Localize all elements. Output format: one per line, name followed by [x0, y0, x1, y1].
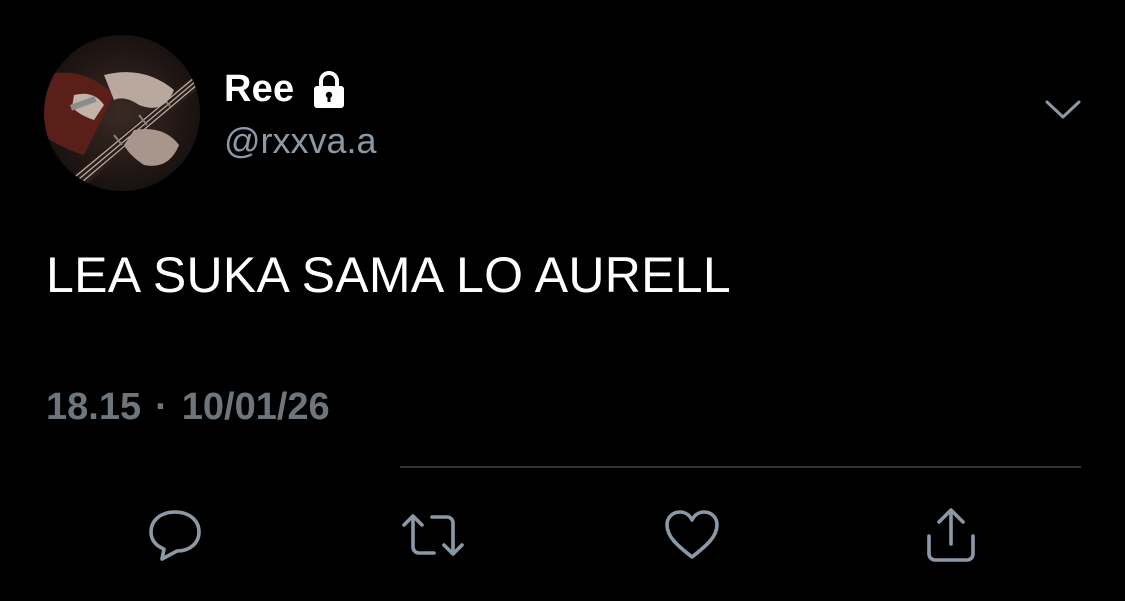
- avatar[interactable]: [44, 35, 200, 191]
- tweet-text: LEA SUKA SAMA LO AURELL: [46, 247, 732, 303]
- share-button[interactable]: [916, 500, 986, 570]
- divider: [400, 466, 1081, 468]
- like-button[interactable]: [657, 500, 727, 570]
- user-handle[interactable]: @rxxva.a: [224, 120, 377, 162]
- lock-icon: [308, 68, 350, 110]
- reply-icon: [146, 507, 204, 563]
- tweet-time: 18.15: [46, 386, 142, 428]
- tweet-timestamp[interactable]: 18.15 · 10/01/26: [46, 386, 330, 429]
- retweet-icon: [398, 509, 468, 561]
- share-icon: [921, 506, 981, 564]
- tweet-date: 10/01/26: [181, 386, 330, 428]
- user-name-row[interactable]: Ree: [224, 66, 350, 112]
- chevron-down-icon[interactable]: [1044, 98, 1082, 122]
- tweet-card: Ree @rxxva.a LEA SUKA SAMA LO AURELL 18.…: [0, 0, 1125, 601]
- avatar-image: [44, 35, 200, 191]
- like-icon: [662, 508, 722, 562]
- reply-button[interactable]: [140, 500, 210, 570]
- retweet-button[interactable]: [398, 500, 468, 570]
- meta-separator: ·: [155, 386, 168, 428]
- display-name[interactable]: Ree: [224, 68, 294, 111]
